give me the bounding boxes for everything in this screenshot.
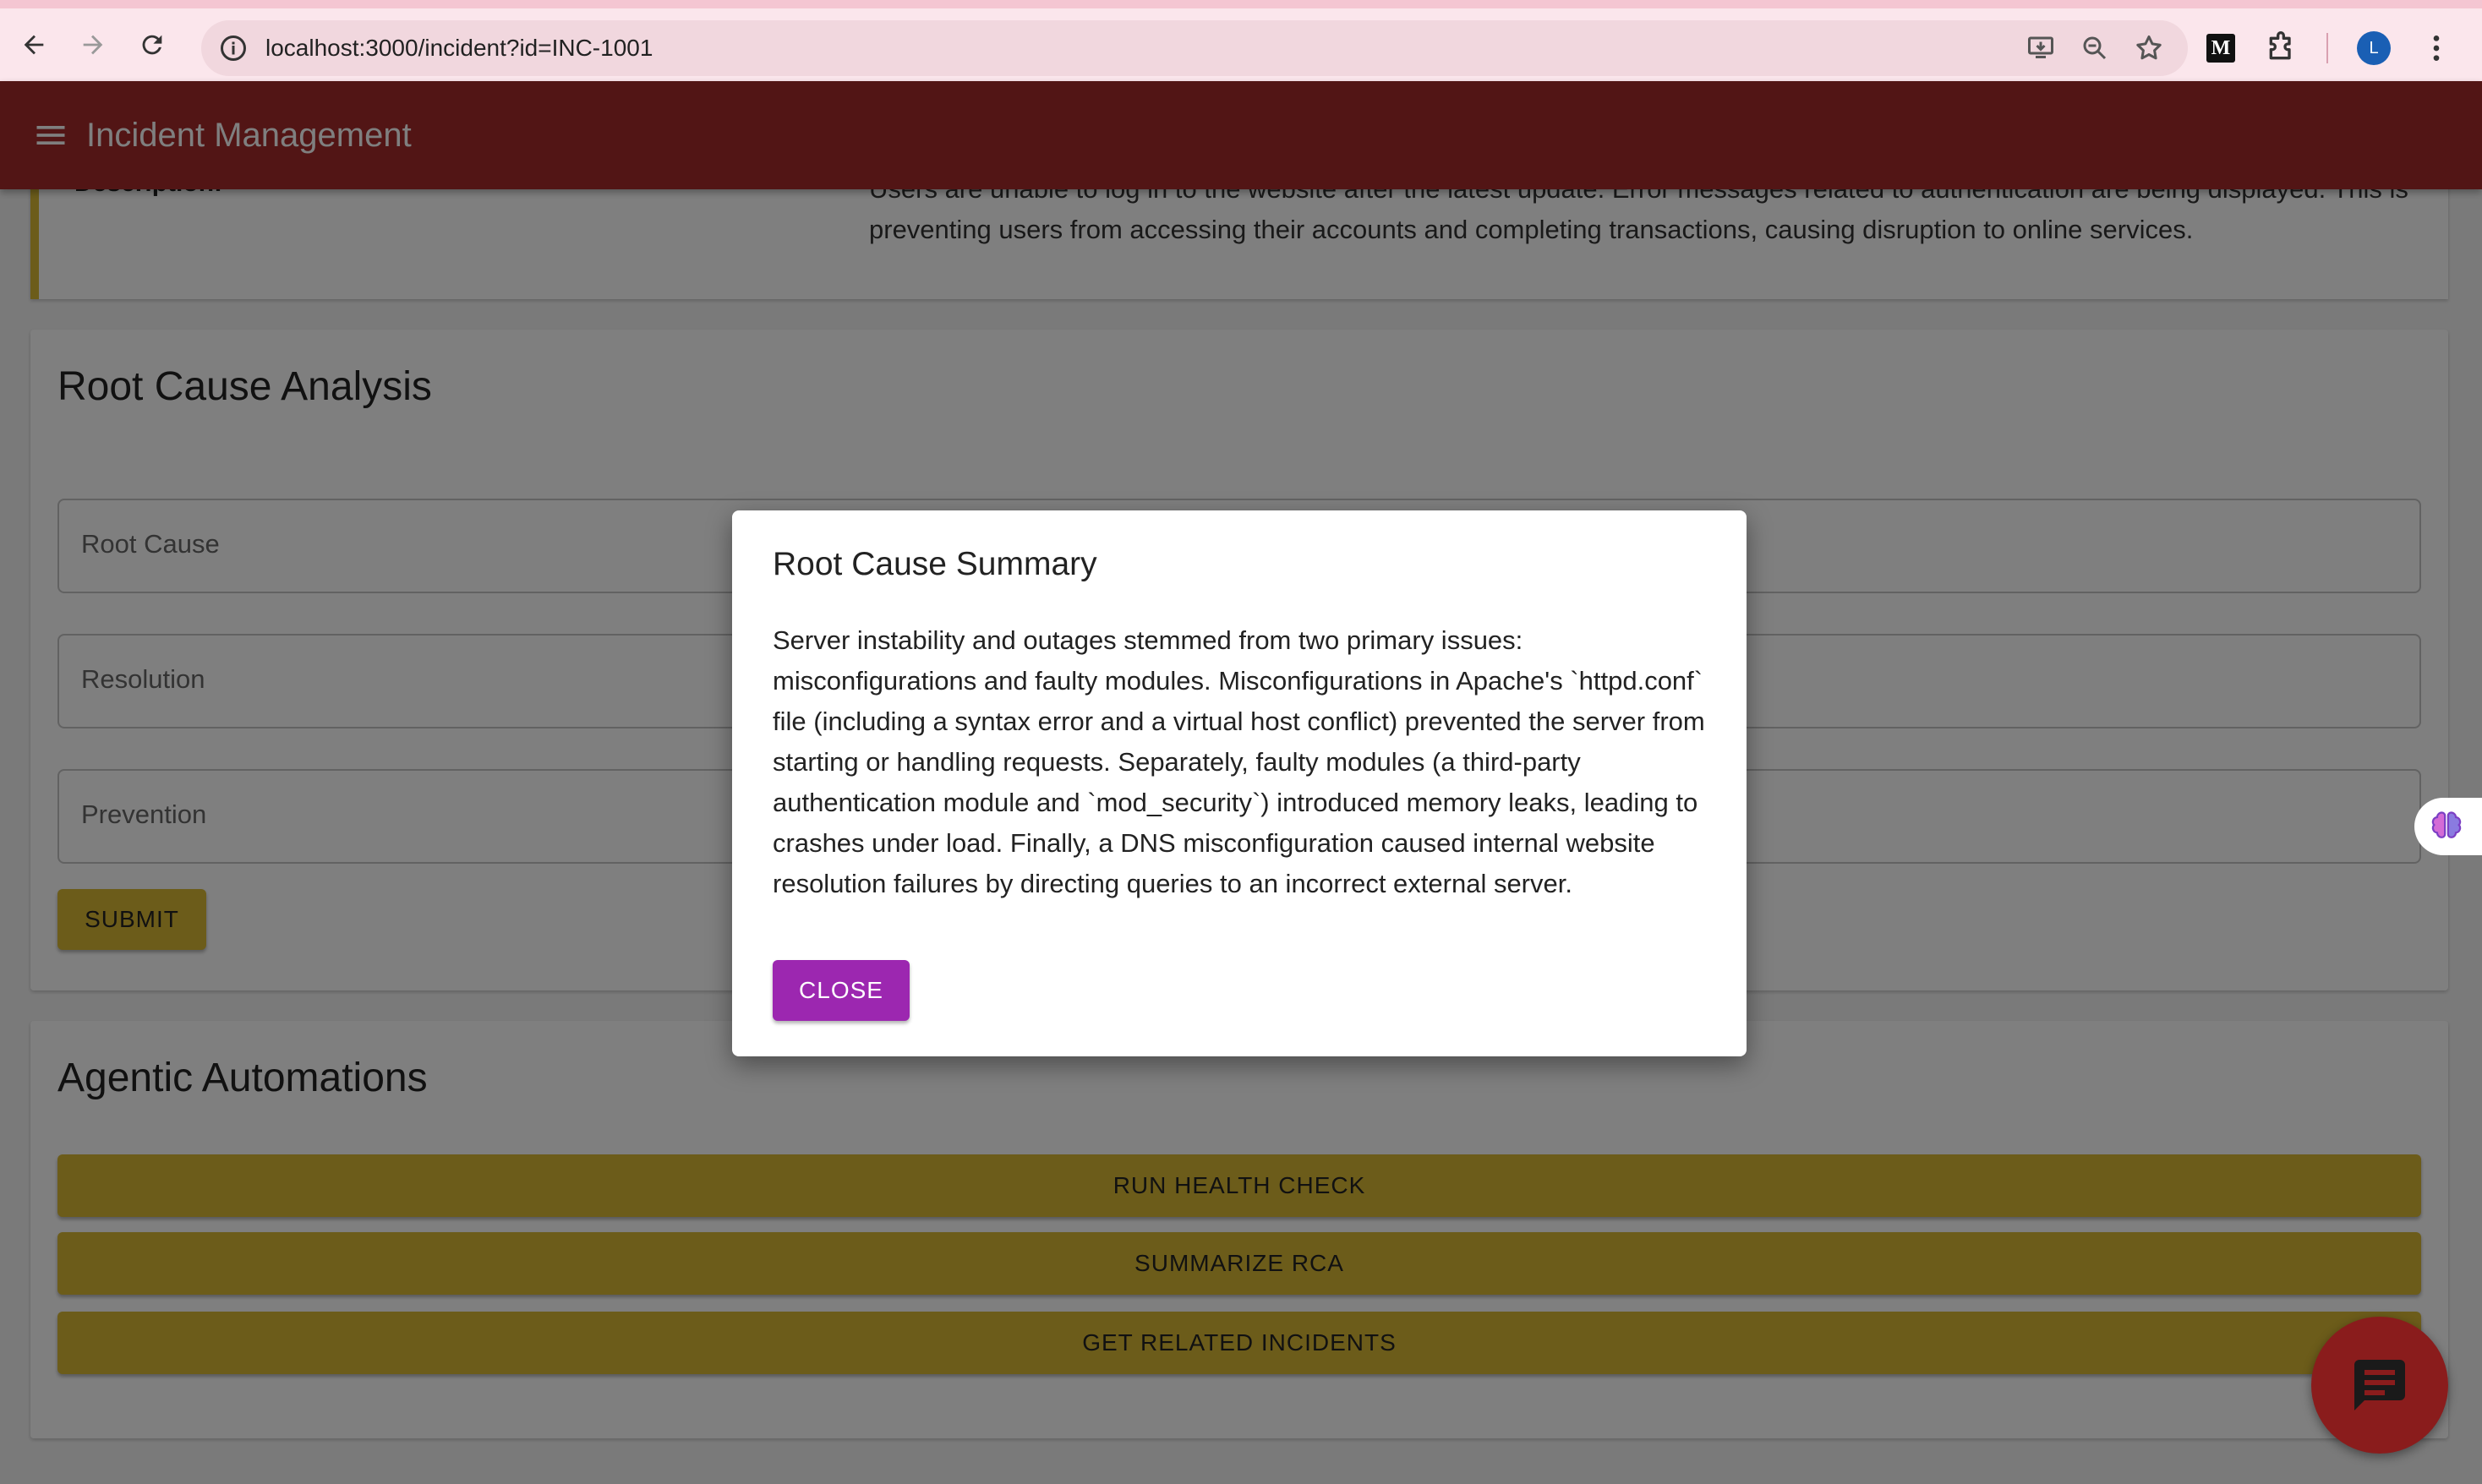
url-text[interactable]: localhost:3000/incident?id=INC-1001 [265,35,653,62]
more-vert-icon [2433,35,2440,61]
reload-icon [142,35,162,55]
arrow-left-icon [24,35,44,55]
install-app-icon[interactable] [2026,33,2056,63]
bookmark-star-icon[interactable] [2134,33,2164,63]
site-info-icon[interactable] [218,33,249,63]
extensions-puzzle-icon[interactable] [2264,31,2298,65]
reload-button[interactable] [127,19,178,70]
arrow-right-icon [83,35,103,55]
root-cause-summary-dialog: Root Cause Summary Server instability an… [732,510,1747,1056]
toolbar-divider [2326,33,2328,63]
address-bar[interactable]: localhost:3000/incident?id=INC-1001 [201,20,2188,76]
dialog-body: Server instability and outages stemmed f… [773,625,1705,898]
brain-assistant-tab[interactable] [2414,798,2482,855]
medium-extension-icon[interactable]: M [2206,34,2235,63]
chat-icon [2354,1360,2405,1410]
browser-toolbar: localhost:3000/incident?id=INC-1001 M L [0,0,2482,81]
forward-button[interactable] [68,19,118,70]
dialog-title: Root Cause Summary [773,546,1097,582]
profile-avatar[interactable]: L [2357,31,2391,65]
browser-menu-button[interactable] [2419,31,2453,65]
chat-fab-button[interactable] [2311,1317,2448,1454]
brain-icon [2431,811,2462,838]
close-button[interactable]: CLOSE [773,960,910,1021]
back-button[interactable] [8,19,59,70]
zoom-icon[interactable] [2080,33,2110,63]
